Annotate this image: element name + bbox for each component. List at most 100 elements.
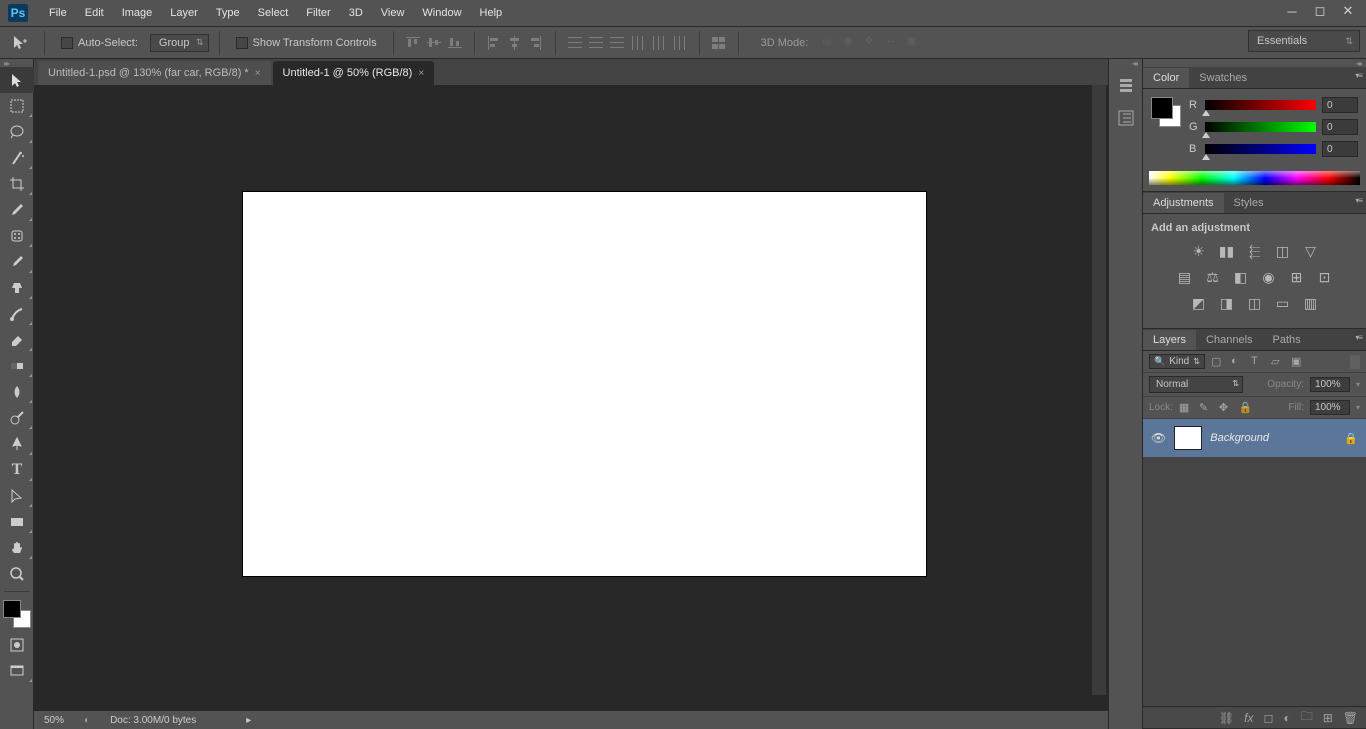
rectangle-tool[interactable] — [0, 509, 34, 535]
3d-roll-icon[interactable]: ◉ — [843, 34, 861, 52]
lock-pixels-icon[interactable]: ✎ — [1199, 401, 1213, 415]
layer-filter-dropdown[interactable]: 🔍Kind ⇅ — [1149, 354, 1205, 369]
current-tool-icon[interactable] — [6, 32, 34, 54]
filter-shape-icon[interactable]: ▱ — [1271, 355, 1285, 369]
history-panel-icon[interactable] — [1113, 73, 1139, 99]
close-icon[interactable]: × — [418, 68, 424, 79]
panel-menu-icon[interactable]: ▾≡ — [1355, 196, 1362, 205]
lock-transparent-icon[interactable]: ▦ — [1179, 401, 1193, 415]
adjustment-layer-icon[interactable]: ◐ — [1283, 711, 1290, 725]
panel-color-swatches[interactable] — [1151, 97, 1181, 127]
3d-slide-icon[interactable]: ↔ — [885, 34, 903, 52]
selective-color-icon[interactable]: ▥ — [1302, 294, 1320, 312]
blur-tool[interactable] — [0, 379, 34, 405]
tab-swatches[interactable]: Swatches — [1189, 68, 1257, 88]
curves-icon[interactable]: ⬱ — [1246, 242, 1264, 260]
align-bottom-icon[interactable] — [446, 34, 464, 52]
pen-tool[interactable] — [0, 431, 34, 457]
group-icon[interactable]: 🗀 — [1301, 707, 1313, 728]
distribute-hcenter-icon[interactable] — [650, 34, 668, 52]
tab-color[interactable]: Color — [1143, 68, 1189, 88]
workspace-dropdown[interactable]: Essentials — [1248, 30, 1360, 52]
vibrance-icon[interactable]: ▽ — [1302, 242, 1320, 260]
layer-style-icon[interactable]: fx — [1244, 711, 1253, 725]
layer-thumbnail[interactable] — [1174, 426, 1202, 450]
menu-edit[interactable]: Edit — [76, 0, 113, 27]
levels-icon[interactable]: ▮▮ — [1218, 242, 1236, 260]
hue-icon[interactable]: ▤ — [1176, 268, 1194, 286]
align-right-icon[interactable] — [527, 34, 545, 52]
distribute-bottom-icon[interactable] — [608, 34, 626, 52]
layer-background[interactable]: 👁 Background 🔒 — [1143, 419, 1366, 457]
menu-layer[interactable]: Layer — [161, 0, 207, 27]
filter-smart-icon[interactable]: ▣ — [1291, 355, 1305, 369]
toolbox-grip[interactable]: ▸▸ — [0, 59, 33, 67]
menu-file[interactable]: File — [40, 0, 76, 27]
healing-brush-tool[interactable] — [0, 223, 34, 249]
align-hcenter-icon[interactable] — [506, 34, 524, 52]
close-button[interactable]: ✕ — [1334, 2, 1362, 20]
dodge-tool[interactable] — [0, 405, 34, 431]
gradient-map-icon[interactable]: ▭ — [1274, 294, 1292, 312]
invert-icon[interactable]: ◩ — [1190, 294, 1208, 312]
3d-orbit-icon[interactable]: ◎ — [822, 34, 840, 52]
path-selection-tool[interactable] — [0, 483, 34, 509]
lasso-tool[interactable] — [0, 119, 34, 145]
menu-type[interactable]: Type — [207, 0, 249, 27]
properties-panel-icon[interactable] — [1113, 105, 1139, 131]
clone-stamp-tool[interactable] — [0, 275, 34, 301]
photo-filter-icon[interactable]: ◉ — [1260, 268, 1278, 286]
menu-view[interactable]: View — [372, 0, 414, 27]
menu-window[interactable]: Window — [413, 0, 470, 27]
lock-position-icon[interactable]: ✥ — [1219, 401, 1233, 415]
auto-select-checkbox[interactable]: Auto-Select: — [55, 37, 144, 49]
menu-image[interactable]: Image — [113, 0, 162, 27]
menu-help[interactable]: Help — [471, 0, 512, 27]
eraser-tool[interactable] — [0, 327, 34, 353]
type-tool[interactable]: T — [0, 457, 34, 483]
status-icon[interactable]: ◐ — [84, 715, 90, 726]
foreground-color[interactable] — [3, 600, 21, 618]
filter-pixel-icon[interactable]: ▢ — [1211, 355, 1225, 369]
filter-type-icon[interactable]: T — [1251, 355, 1265, 369]
color-lookup-icon[interactable]: ⊡ — [1316, 268, 1334, 286]
menu-select[interactable]: Select — [249, 0, 298, 27]
minimize-button[interactable]: ─ — [1278, 2, 1306, 20]
canvas[interactable] — [243, 192, 926, 576]
marquee-tool[interactable] — [0, 93, 34, 119]
bw-icon[interactable]: ◧ — [1232, 268, 1250, 286]
panel-foreground-color[interactable] — [1151, 97, 1173, 119]
brightness-icon[interactable]: ☀ — [1190, 242, 1208, 260]
hand-tool[interactable] — [0, 535, 34, 561]
auto-align-icon[interactable] — [710, 34, 728, 52]
distribute-top-icon[interactable] — [566, 34, 584, 52]
align-left-icon[interactable] — [485, 34, 503, 52]
color-swatches[interactable] — [3, 600, 31, 628]
tab-untitled-1-psd[interactable]: Untitled-1.psd @ 130% (far car, RGB/8) *… — [38, 61, 271, 85]
distribute-left-icon[interactable] — [629, 34, 647, 52]
threshold-icon[interactable]: ◫ — [1246, 294, 1264, 312]
layer-name[interactable]: Background — [1210, 432, 1336, 444]
lock-all-icon[interactable]: 🔒 — [1239, 401, 1253, 415]
screen-mode-tool[interactable] — [0, 658, 34, 684]
dock-grip[interactable]: ◂◂ — [1109, 59, 1142, 67]
history-brush-tool[interactable] — [0, 301, 34, 327]
blue-slider[interactable] — [1205, 144, 1316, 154]
panels-grip[interactable]: ◂◂ — [1143, 59, 1366, 67]
vertical-scrollbar[interactable] — [1092, 85, 1106, 695]
exposure-icon[interactable]: ◫ — [1274, 242, 1292, 260]
opacity-input[interactable]: 100% — [1310, 377, 1350, 392]
tab-styles[interactable]: Styles — [1224, 193, 1274, 213]
green-value[interactable]: 0 — [1322, 119, 1358, 135]
tab-untitled-1[interactable]: Untitled-1 @ 50% (RGB/8)× — [273, 61, 435, 85]
crop-tool[interactable] — [0, 171, 34, 197]
show-transform-checkbox[interactable]: Show Transform Controls — [230, 37, 383, 49]
blue-value[interactable]: 0 — [1322, 141, 1358, 157]
zoom-level[interactable]: 50% — [44, 715, 64, 726]
color-balance-icon[interactable]: ⚖ — [1204, 268, 1222, 286]
color-spectrum[interactable] — [1149, 171, 1360, 185]
eyedropper-tool[interactable] — [0, 197, 34, 223]
posterize-icon[interactable]: ◨ — [1218, 294, 1236, 312]
distribute-right-icon[interactable] — [671, 34, 689, 52]
align-vcenter-icon[interactable] — [425, 34, 443, 52]
